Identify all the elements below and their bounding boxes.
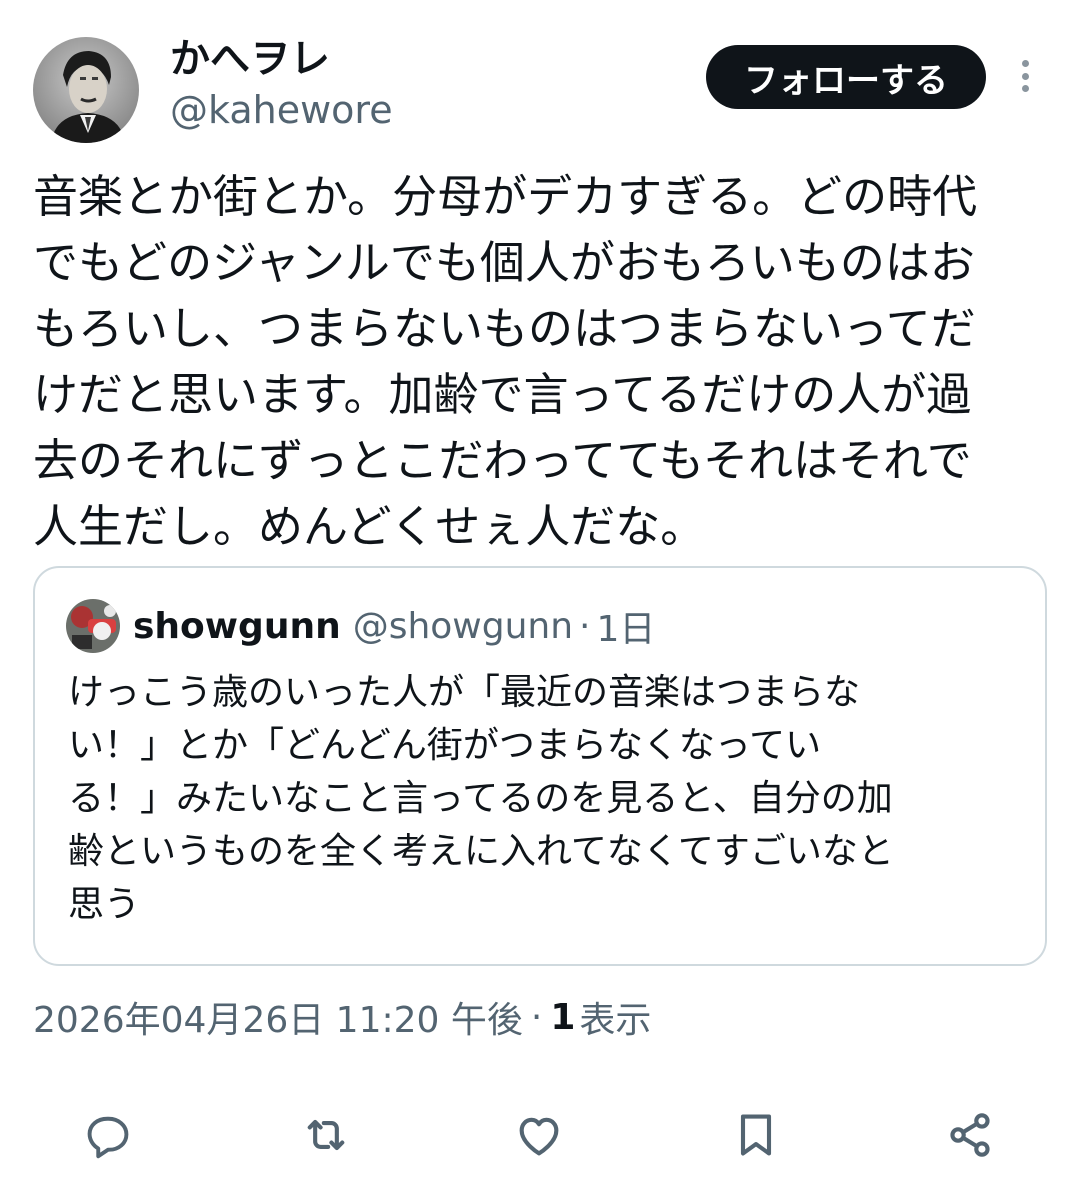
like-icon[interactable] [504,1100,574,1170]
meta-separator: · [530,996,543,1038]
views-count: 1 [550,996,576,1038]
tweet-text: 音楽とか街とか。分母がデカすぎる。どの時代 でもどのジャンルでも個人がおもろいも… [33,170,978,553]
retweet-icon[interactable] [291,1100,361,1170]
follow-button[interactable]: フォローする [706,45,986,109]
more-dot [1021,72,1029,80]
quote-timestamp[interactable]: 1日 [597,600,656,652]
author-display-name[interactable]: かへヲレ [170,34,330,84]
quote-header: showgunn @showgunn · 1日 [133,600,655,652]
views-label: 表示 [579,1000,652,1041]
tweet-timestamp[interactable]: 2026年04月26日 11:20 午後 [33,991,523,1043]
more-dot [1021,85,1029,92]
quote-separator: · [579,605,591,647]
more-icon[interactable] [1010,56,1040,96]
share-icon[interactable] [935,1100,1005,1170]
quote-avatar[interactable] [66,599,120,653]
quote-text: けっこう歳のいった人が「最近の音楽はつまらな い！」とか「どんどん街がつまらなく… [68,672,894,925]
author-avatar[interactable] [33,37,139,143]
reply-icon[interactable] [73,1100,143,1170]
quote-handle[interactable]: @showgunn [353,606,573,647]
action-bar [0,1100,1080,1170]
bookmark-icon[interactable] [721,1100,791,1170]
tweet-meta: 2026年04月26日 11:20 午後 · 1 表示 [33,990,651,1044]
quote-display-name[interactable]: showgunn [133,606,341,647]
author-handle[interactable]: @kahewore [170,87,393,133]
more-dot [1021,60,1029,67]
quote-tweet-card[interactable]: showgunn @showgunn · 1日 けっこう歳のいった人が「最近の音… [33,566,1047,966]
